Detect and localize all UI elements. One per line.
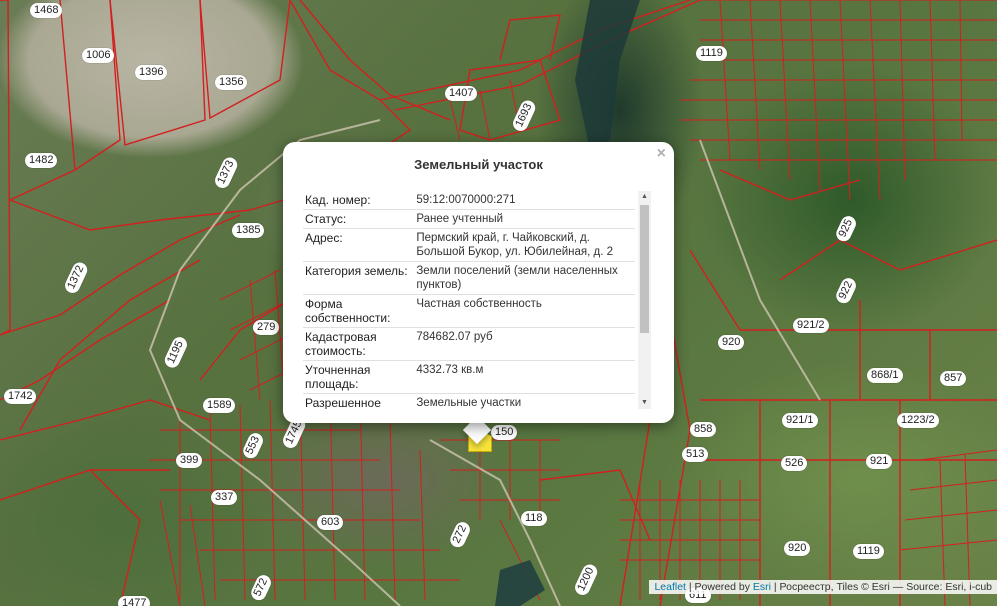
attribute-key: Форма собственности: <box>303 294 415 328</box>
attribute-value: Пермский край, г. Чайковский, д. Большой… <box>414 228 635 262</box>
parcel-label: 921/1 <box>782 413 818 428</box>
attribute-row: Разрешенное Земельные участки <box>303 393 635 409</box>
parcel-label: 1477 <box>118 596 151 606</box>
parcel-label: 857 <box>940 371 967 386</box>
parcel-label: 1482 <box>25 153 58 168</box>
parcel-info-popup: × Земельный участок Кад. номер: 59:12:007… <box>283 142 674 423</box>
parcel-label: 1119 <box>696 46 727 61</box>
attribute-key: Адрес: <box>303 228 415 262</box>
parcel-label: 1385 <box>232 223 265 238</box>
parcel-label: 920 <box>718 335 745 350</box>
parcel-attributes-table: Кад. номер: 59:12:0070000:271 Статус: Ранее… <box>303 191 635 409</box>
attribution-source-text: | Росреестр, Tiles © Esri — Source: Esri… <box>771 581 992 593</box>
parcel-label: 1589 <box>203 398 236 413</box>
parcel-label: 279 <box>253 320 280 335</box>
attribute-value: 784682.07 руб <box>414 327 635 361</box>
parcel-label: 399 <box>176 453 203 468</box>
parcel-label: 526 <box>781 456 808 471</box>
parcel-label: 118 <box>521 511 547 526</box>
attribute-row: Статус: Ранее учтенный <box>303 209 635 229</box>
attribute-row: Кадастровая стоимость: 784682.07 руб <box>303 327 635 361</box>
parcel-label: 921 <box>866 454 893 469</box>
attribute-row: Кад. номер: 59:12:0070000:271 <box>303 191 635 210</box>
attribute-value: Земельные участки <box>414 393 635 409</box>
parcel-label: 337 <box>211 490 238 505</box>
parcel-label: 1468 <box>30 3 63 18</box>
popup-title: Земельный участок <box>414 157 543 172</box>
parcel-label: 1407 <box>445 86 478 101</box>
attribute-value: Земли поселений (земли населенных пункто… <box>414 261 635 295</box>
attribute-key: Кадастровая стоимость: <box>303 327 415 361</box>
attribute-row: Уточненная площадь: 4332.73 кв.м <box>303 360 635 394</box>
parcel-label: 921/2 <box>793 318 829 333</box>
parcel-label: 513 <box>682 447 709 462</box>
parcel-label: 1742 <box>4 389 37 404</box>
parcel-label: 868/1 <box>867 368 903 383</box>
parcel-label: 1119 <box>853 544 884 559</box>
attribute-key: Кад. номер: <box>305 193 371 207</box>
parcel-label: 150 <box>491 425 518 440</box>
powered-by-text: | Powered by <box>685 581 753 593</box>
parcel-label: 858 <box>690 422 717 437</box>
parcel-label: 1356 <box>215 75 248 90</box>
leaflet-link[interactable]: Leaflet <box>654 581 686 593</box>
parcel-label: 1006 <box>82 48 115 63</box>
map-attribution: Leaflet | Powered by Esri | Росреестр, T… <box>649 580 997 594</box>
scroll-up-icon[interactable]: ▲ <box>638 191 651 203</box>
parcel-label: 1223/2 <box>897 413 939 428</box>
attribute-row: Форма собственности: Частная собственност… <box>303 294 635 328</box>
esri-link[interactable]: Esri <box>753 581 771 593</box>
attribute-key: Категория земель: <box>303 261 415 295</box>
scroll-thumb[interactable] <box>640 205 649 333</box>
attribute-key: Статус: <box>303 209 415 229</box>
attribute-value: Частная собственность <box>414 294 635 328</box>
attribute-key: Разрешенное <box>303 393 415 409</box>
attribute-row: Категория земель: Земли поселений (земли … <box>303 261 635 295</box>
attribute-value: 4332.73 кв.м <box>414 360 635 394</box>
parcel-label: 1396 <box>135 65 168 80</box>
attribute-row: Адрес: Пермский край, г. Чайковский, д. Б… <box>303 228 635 262</box>
attribute-value: Ранее учтенный <box>414 209 635 229</box>
parcel-label: 603 <box>317 515 344 530</box>
parcel-label: 920 <box>784 541 811 556</box>
popup-content[interactable]: Кад. номер: 59:12:0070000:271 Статус: Ранее… <box>303 191 653 409</box>
popup-scrollbar[interactable]: ▲ ▼ <box>638 191 651 409</box>
attribute-key: Уточненная площадь: <box>303 360 415 394</box>
attribute-value: 59:12:0070000:271 <box>416 194 516 206</box>
scroll-down-icon[interactable]: ▼ <box>638 397 651 409</box>
